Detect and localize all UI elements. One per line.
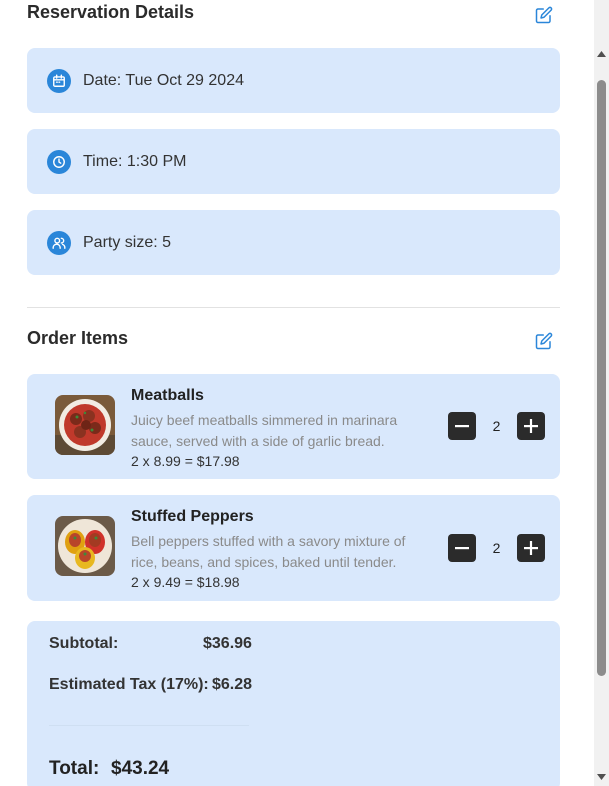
time-text: Time: 1:30 PM: [83, 152, 187, 170]
section-divider: [27, 307, 560, 308]
stuffed-peppers-image: [55, 516, 115, 576]
subtotal-value: $36.96: [203, 635, 252, 652]
calendar-icon: [47, 68, 71, 93]
quantity-stepper: 2: [448, 534, 545, 562]
scroll-down-arrow-icon[interactable]: [596, 772, 607, 782]
subtotal-label: Subtotal:: [49, 635, 119, 652]
edit-icon: [535, 6, 553, 24]
tax-value: $6.28: [212, 676, 253, 693]
item-info: Stuffed Peppers Bell peppers stuffed wit…: [131, 508, 421, 590]
quantity-stepper: 2: [448, 412, 545, 440]
order-item-meatballs: Meatballs Juicy beef meatballs simmered …: [27, 374, 560, 479]
reservation-title: Reservation Details: [27, 2, 195, 22]
plus-icon: [524, 541, 538, 555]
item-description: Juicy beef meatballs simmered in marinar…: [131, 412, 398, 449]
increase-quantity-button[interactable]: [517, 412, 545, 440]
order-summary-card: Subtotal: $36.96 Estimated Tax (17%): $6…: [27, 621, 560, 786]
date-text: Date: Tue Oct 29 2024: [83, 71, 244, 89]
item-price-calc: 2 x 8.99 = $17.98: [131, 453, 240, 469]
decrease-quantity-button[interactable]: [448, 412, 476, 440]
order-title: Order Items: [27, 328, 129, 348]
checkout-page: Reservation Details Date: Tue Oct 29 202…: [0, 0, 609, 786]
scrollbar-thumb[interactable]: [597, 80, 606, 676]
quantity-value: 2: [492, 418, 501, 434]
meatballs-image: [55, 395, 115, 455]
edit-reservation-button[interactable]: [535, 6, 553, 24]
plus-icon: [524, 419, 538, 433]
edit-icon: [535, 332, 553, 350]
increase-quantity-button[interactable]: [517, 534, 545, 562]
item-description: Bell peppers stuffed with a savory mixtu…: [131, 533, 406, 570]
decrease-quantity-button[interactable]: [448, 534, 476, 562]
item-name: Stuffed Peppers: [131, 508, 254, 525]
scroll-up-arrow-icon[interactable]: [596, 49, 607, 59]
order-item-stuffed-peppers: Stuffed Peppers Bell peppers stuffed wit…: [27, 495, 560, 601]
users-icon: [47, 230, 71, 255]
item-info: Meatballs Juicy beef meatballs simmered …: [131, 387, 421, 469]
item-price-calc: 2 x 9.49 = $18.98: [131, 574, 240, 590]
minus-icon: [455, 547, 469, 550]
quantity-value: 2: [492, 540, 501, 556]
total-label: Total:: [49, 758, 100, 779]
summary-divider: [49, 725, 249, 726]
tax-label: Estimated Tax (17%):: [49, 676, 209, 693]
party-size-card: Party size: 5: [27, 210, 560, 275]
clock-icon: [47, 149, 71, 174]
time-card: Time: 1:30 PM: [27, 129, 560, 194]
edit-order-button[interactable]: [535, 332, 553, 350]
minus-icon: [455, 425, 469, 428]
scrollbar[interactable]: [594, 0, 609, 786]
total-value: $43.24: [111, 758, 170, 779]
party-size-text: Party size: 5: [83, 233, 172, 251]
date-card: Date: Tue Oct 29 2024: [27, 48, 560, 113]
item-name: Meatballs: [131, 387, 204, 404]
